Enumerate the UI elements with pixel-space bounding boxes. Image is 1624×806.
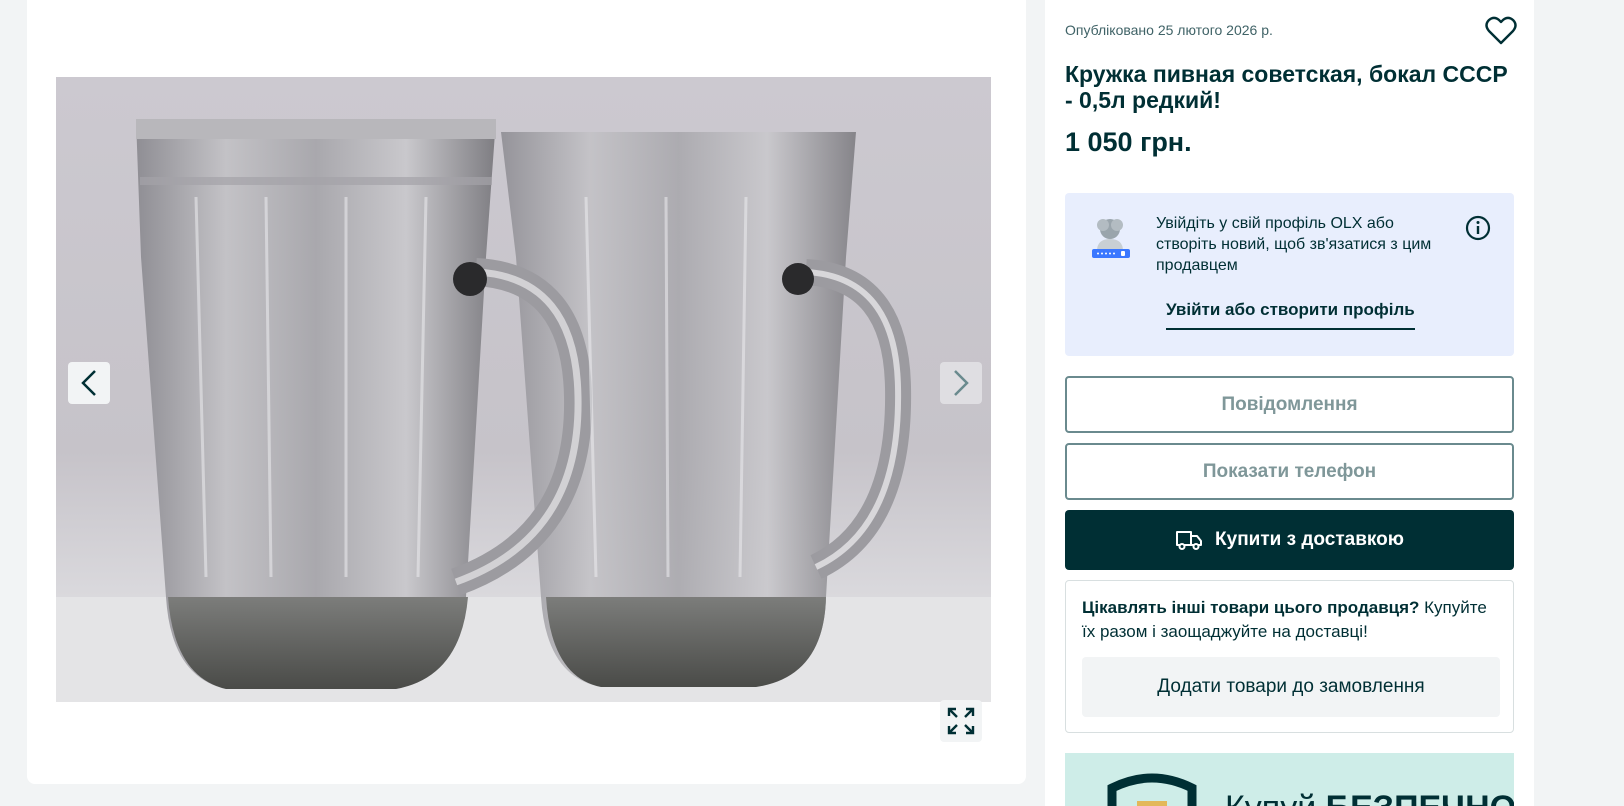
beer-mugs-image [56,119,991,702]
image-gallery [27,0,1026,784]
product-photo[interactable] [56,77,991,702]
chevron-left-icon [81,370,96,396]
expand-icon [947,707,975,735]
previous-photo-button[interactable] [68,362,110,404]
safe-purchase-text: Купуй БЕЗПЕЧНО [1225,789,1514,806]
buy-with-delivery-button[interactable]: Купити з доставкою [1065,510,1514,570]
chevron-right-icon [954,370,969,396]
safe-purchase-text-bold: БЕЗПЕЧНО [1326,789,1514,806]
add-items-to-order-button[interactable]: Додати товари до замовлення [1082,657,1500,717]
safe-purchase-text-regular: Купуй [1225,789,1326,806]
safe-purchase-banner[interactable]: Купуй БЕЗПЕЧНО [1065,753,1514,806]
fullscreen-button[interactable] [940,700,982,742]
listing-title: Кружка пивная советская, бокал СССР - 0,… [1065,61,1508,113]
login-or-register-link[interactable]: Увійти або створити профіль [1166,300,1415,330]
login-prompt: Увійдіть у свій профіль OLX або створіть… [1065,193,1514,356]
login-prompt-text: Увійдіть у свій профіль OLX або створіть… [1156,215,1432,274]
message-button[interactable]: Повідомлення [1065,376,1514,433]
seller-bundle-promo: Цікавлять інші товари цього продавця? Ку… [1065,580,1514,733]
listing-sidebar: Опубліковано 25 лютого 2026 р. Кружка пи… [1045,0,1534,806]
next-photo-button[interactable] [940,362,982,404]
seller-bundle-text: Цікавлять інші товари цього продавця? Ку… [1082,596,1502,644]
listing-price: 1 050 грн. [1065,127,1192,157]
seller-bundle-question: Цікавлять інші товари цього продавця? [1082,598,1420,617]
favorite-button[interactable] [1485,16,1517,46]
shield-box-icon [1107,773,1197,806]
show-phone-button[interactable]: Показати телефон [1065,443,1514,500]
buy-with-delivery-label: Купити з доставкою [1215,529,1404,550]
published-date: Опубліковано 25 лютого 2026 р. [1065,22,1273,38]
delivery-truck-icon [1176,531,1203,550]
user-profile-illustration-icon [1092,219,1130,258]
heart-outline-icon [1485,16,1517,45]
info-icon[interactable] [1465,215,1491,241]
